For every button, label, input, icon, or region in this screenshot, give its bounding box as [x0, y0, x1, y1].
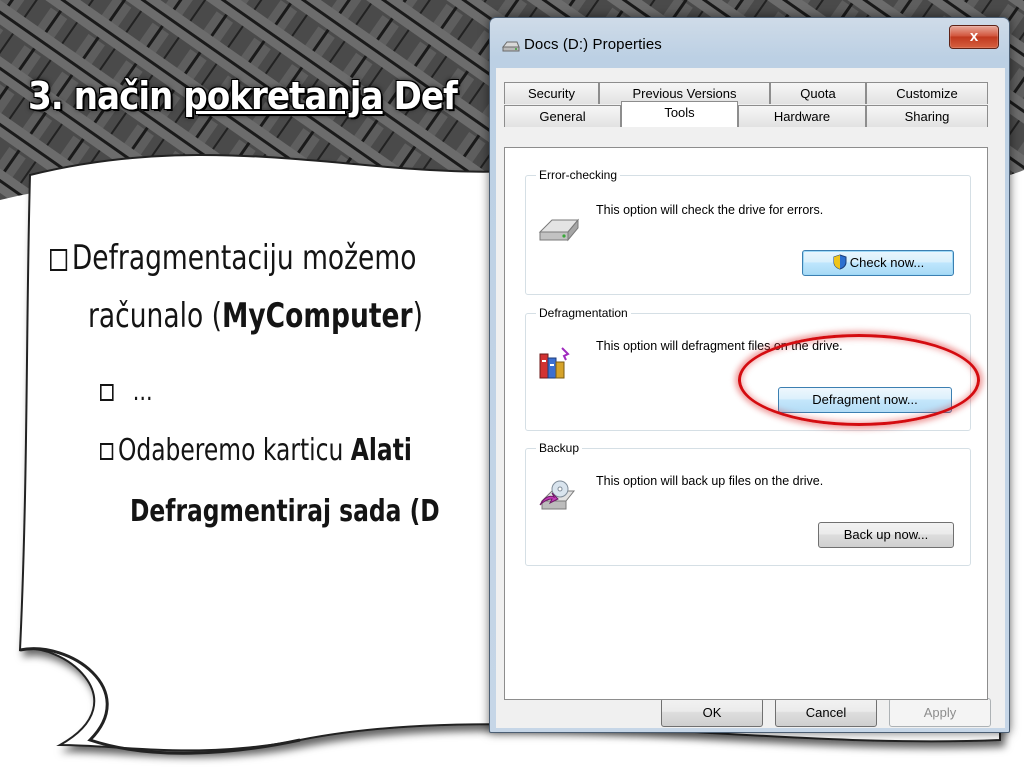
defragmentation-group: Defragmentation This option will defragm…: [525, 305, 971, 431]
checkbox-bullet-icon: [100, 384, 114, 401]
back-up-now-button[interactable]: Back up now...: [818, 522, 954, 548]
bullet-3-line-2: Defragmentiraj sada (D: [130, 494, 440, 529]
defragment-now-button[interactable]: Defragment now...: [778, 387, 952, 413]
checkbox-bullet-icon: [50, 248, 68, 271]
tab-security[interactable]: Security: [504, 82, 599, 104]
drive-icon: [502, 41, 520, 52]
cancel-button[interactable]: Cancel: [775, 698, 877, 727]
error-checking-group: Error-checking This option will check th…: [525, 167, 971, 295]
group-description: This option will back up files on the dr…: [596, 474, 824, 488]
checkbox-bullet-icon: [100, 443, 114, 460]
tab-sharing[interactable]: Sharing: [866, 105, 988, 127]
dialog-client-area: Security Previous Versions Quota Customi…: [496, 68, 1005, 728]
dialog-title: Docs (D:) Properties: [524, 36, 662, 53]
tab-customize[interactable]: Customize: [866, 82, 988, 104]
backup-icon: [539, 480, 576, 510]
group-description: This option will defragment files on the…: [596, 339, 843, 353]
group-label: Error-checking: [536, 167, 621, 183]
tab-tools[interactable]: Tools: [621, 101, 738, 127]
defrag-icon: [539, 347, 570, 379]
title-bar[interactable]: Docs (D:) Properties x: [490, 18, 1009, 68]
properties-dialog: Docs (D:) Properties x Security Previous…: [489, 17, 1010, 733]
ok-button[interactable]: OK: [661, 698, 763, 727]
tools-tab-panel: Error-checking This option will check th…: [504, 147, 988, 700]
tab-general[interactable]: General: [504, 105, 621, 127]
uac-shield-icon: [833, 254, 847, 270]
group-label: Defragmentation: [536, 305, 631, 321]
backup-group: Backup This option will back up files on…: [525, 440, 971, 566]
apply-button[interactable]: Apply: [889, 698, 991, 727]
tab-hardware[interactable]: Hardware: [738, 105, 866, 127]
slide-title: 3. način pokretanja Def: [28, 74, 458, 118]
check-now-button[interactable]: Check now...: [802, 250, 954, 276]
bullet-2: ...: [100, 377, 153, 407]
bullet-3: Odaberemo karticu Alati: [100, 433, 412, 468]
drive-icon: [538, 218, 580, 242]
group-description: This option will check the drive for err…: [596, 203, 824, 217]
tab-quota[interactable]: Quota: [770, 82, 866, 104]
bullet-1: Defragmentaciju možemo: [50, 238, 416, 278]
close-button[interactable]: x: [949, 25, 999, 49]
group-label: Backup: [536, 440, 583, 456]
bullet-1-line-2: računalo (MyComputer): [88, 296, 423, 336]
